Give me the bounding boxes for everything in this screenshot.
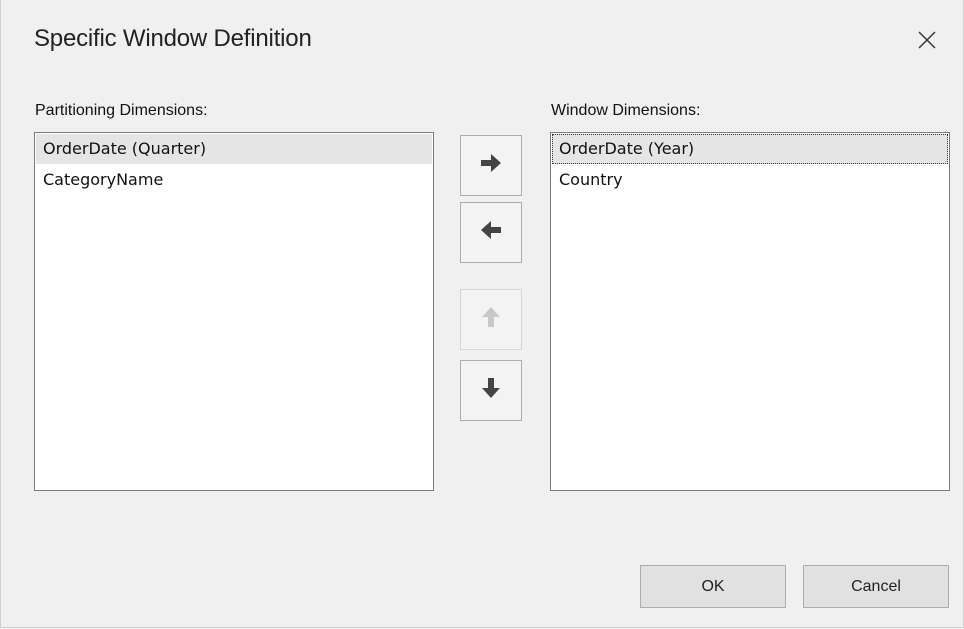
partitioning-dimensions-label: Partitioning Dimensions: <box>35 102 208 119</box>
dialog-title: Specific Window Definition <box>34 25 312 52</box>
move-to-partitioning-button[interactable] <box>460 202 522 263</box>
arrow-up-icon <box>481 306 501 333</box>
cancel-button[interactable]: Cancel <box>803 565 949 608</box>
arrow-left-icon <box>480 220 502 245</box>
move-up-button[interactable] <box>460 289 522 350</box>
arrow-down-icon <box>481 377 501 404</box>
window-dimensions-label: Window Dimensions: <box>551 102 701 119</box>
list-item[interactable]: CategoryName <box>36 165 432 195</box>
partitioning-dimensions-list[interactable]: OrderDate (Quarter) CategoryName <box>34 132 434 491</box>
list-item[interactable]: OrderDate (Year) <box>552 134 948 164</box>
list-item[interactable]: OrderDate (Quarter) <box>36 134 432 164</box>
dialog-window: Specific Window Definition Partitioning … <box>0 0 964 628</box>
ok-button[interactable]: OK <box>640 565 786 608</box>
move-down-button[interactable] <box>460 360 522 421</box>
list-item[interactable]: Country <box>552 165 948 195</box>
window-dimensions-list[interactable]: OrderDate (Year) Country <box>550 132 950 491</box>
close-icon <box>917 30 937 50</box>
arrow-right-icon <box>480 153 502 178</box>
move-to-window-button[interactable] <box>460 135 522 196</box>
close-button[interactable] <box>905 22 949 58</box>
